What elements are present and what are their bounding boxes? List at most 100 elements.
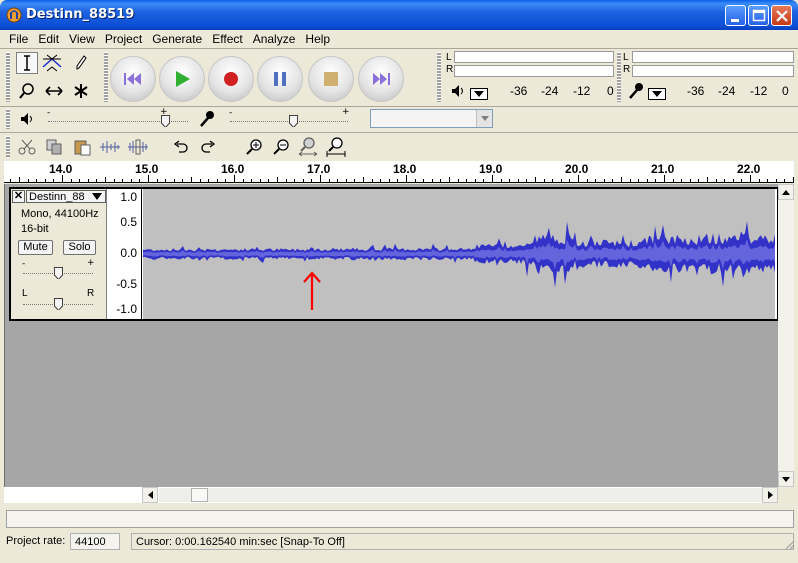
record-button[interactable] bbox=[208, 56, 254, 102]
ruler-tick bbox=[587, 179, 588, 182]
ruler-tick bbox=[569, 179, 570, 182]
track-close-button[interactable]: ✕ bbox=[12, 190, 25, 203]
scroll-up-button[interactable] bbox=[778, 184, 794, 200]
zoom-out-icon bbox=[273, 139, 289, 155]
meter-scale-label: 0 bbox=[607, 84, 614, 98]
input-source-select[interactable] bbox=[370, 109, 493, 128]
scroll-thumb[interactable] bbox=[191, 488, 208, 502]
ruler-tick bbox=[208, 179, 209, 182]
track-panel[interactable]: ✕ Destinn_88 Mono, 44100Hz 16-bit Mute S… bbox=[4, 184, 779, 487]
ruler-tick bbox=[157, 179, 158, 182]
toolbar-grip[interactable] bbox=[6, 136, 10, 158]
toolbar-grip[interactable] bbox=[6, 52, 10, 102]
cut-button[interactable] bbox=[16, 137, 38, 157]
minimize-button[interactable] bbox=[725, 5, 746, 26]
trim-button[interactable] bbox=[99, 137, 121, 157]
ruler-tick bbox=[131, 179, 132, 182]
pan-slider-thumb[interactable] bbox=[54, 298, 63, 310]
scroll-left-button[interactable] bbox=[142, 487, 158, 503]
zoom-in-button[interactable] bbox=[243, 137, 265, 157]
horizontal-scrollbar[interactable] bbox=[4, 487, 778, 503]
timeline-ruler[interactable]: 14.0 15.0 16.0 17.0 18.0 19.0 20.0 21.0 … bbox=[4, 161, 794, 183]
fit-project-icon bbox=[326, 137, 346, 157]
copy-button[interactable] bbox=[43, 137, 65, 157]
ruler-label: 17.0 bbox=[307, 162, 331, 176]
ruler-label: 14.0 bbox=[49, 162, 73, 176]
ruler-tick bbox=[415, 179, 416, 182]
menu-effect[interactable]: Effect bbox=[207, 30, 247, 48]
play-button[interactable] bbox=[159, 56, 205, 102]
solo-button[interactable]: Solo bbox=[63, 240, 96, 255]
menu-project[interactable]: Project bbox=[100, 30, 147, 48]
menu-analyze[interactable]: Analyze bbox=[248, 30, 301, 48]
toolbar-grip[interactable] bbox=[437, 52, 441, 102]
menu-help[interactable]: Help bbox=[300, 30, 335, 48]
maximize-button[interactable] bbox=[748, 5, 769, 26]
playback-meter-left bbox=[454, 51, 614, 63]
toolbar-grip[interactable] bbox=[6, 109, 10, 129]
ruler-tick bbox=[526, 179, 527, 182]
pan-left-label: L bbox=[22, 288, 28, 299]
ruler-tick bbox=[165, 179, 166, 182]
pause-button[interactable] bbox=[257, 56, 303, 102]
ruler-tick bbox=[698, 179, 699, 182]
chevron-down-icon[interactable] bbox=[648, 88, 666, 100]
skip-to-end-button[interactable] bbox=[358, 56, 404, 102]
ruler-tick bbox=[759, 179, 760, 182]
project-rate-field[interactable]: 44100 bbox=[70, 533, 120, 550]
input-volume-thumb[interactable] bbox=[289, 115, 298, 127]
zoom-out-button[interactable] bbox=[270, 137, 292, 157]
vertical-scrollbar[interactable] bbox=[778, 184, 794, 487]
menu-edit[interactable]: Edit bbox=[33, 30, 64, 48]
mute-button[interactable]: Mute bbox=[18, 240, 53, 255]
chevron-right-icon bbox=[767, 491, 773, 499]
ruler-tick bbox=[363, 177, 364, 182]
track-name-menu[interactable]: Destinn_88 bbox=[26, 190, 106, 203]
selection-tool[interactable] bbox=[16, 52, 38, 74]
window-title: Destinn_88519 bbox=[26, 7, 135, 22]
ruler-tick bbox=[380, 179, 381, 182]
ruler-label: 19.0 bbox=[479, 162, 503, 176]
menu-generate[interactable]: Generate bbox=[147, 30, 207, 48]
zoom-tool[interactable] bbox=[16, 80, 38, 102]
skip-to-start-button[interactable] bbox=[110, 56, 156, 102]
menu-file[interactable]: File bbox=[4, 30, 33, 48]
gain-slider-thumb[interactable] bbox=[54, 267, 63, 279]
scroll-right-button[interactable] bbox=[762, 487, 778, 503]
microphone-icon bbox=[629, 83, 643, 99]
audio-track[interactable]: ✕ Destinn_88 Mono, 44100Hz 16-bit Mute S… bbox=[9, 187, 779, 321]
envelope-tool[interactable] bbox=[41, 52, 63, 74]
stop-button[interactable] bbox=[308, 56, 354, 102]
toolbar-grip[interactable] bbox=[104, 52, 108, 102]
ruler-tick bbox=[483, 179, 484, 182]
meter-scale-label: -36 bbox=[687, 84, 705, 98]
time-shift-tool[interactable] bbox=[43, 80, 65, 102]
cursor-position-status: Cursor: 0:00.162540 min:sec [Snap-To Off… bbox=[131, 533, 794, 550]
scroll-down-button[interactable] bbox=[778, 471, 794, 487]
toolbar-grip[interactable] bbox=[617, 52, 621, 102]
menu-view[interactable]: View bbox=[64, 30, 100, 48]
chevron-down-icon[interactable] bbox=[476, 110, 492, 127]
output-volume-thumb[interactable] bbox=[161, 115, 170, 127]
ruler-label: 16.0 bbox=[221, 162, 245, 176]
draw-tool[interactable] bbox=[70, 52, 92, 74]
ruler-tick bbox=[303, 179, 304, 182]
ruler-tick bbox=[200, 179, 201, 182]
chevron-down-icon[interactable] bbox=[470, 88, 488, 100]
waveform-display[interactable] bbox=[143, 189, 775, 319]
ruler-tick bbox=[741, 179, 742, 182]
close-button[interactable] bbox=[771, 5, 792, 26]
meter-right-label: R bbox=[623, 64, 631, 75]
scroll-track[interactable] bbox=[159, 488, 764, 502]
redo-button[interactable] bbox=[197, 137, 219, 157]
multi-tool[interactable] bbox=[70, 80, 92, 102]
fit-project-button[interactable] bbox=[325, 137, 347, 157]
undo-button[interactable] bbox=[170, 137, 192, 157]
silence-button[interactable] bbox=[127, 137, 149, 157]
resize-grip-icon[interactable] bbox=[783, 538, 795, 550]
paste-button[interactable] bbox=[71, 137, 93, 157]
ruler-tick bbox=[191, 177, 192, 182]
meter-scale-label: 0 bbox=[782, 84, 789, 98]
fit-selection-button[interactable] bbox=[297, 137, 319, 157]
ruler-tick bbox=[251, 179, 252, 182]
